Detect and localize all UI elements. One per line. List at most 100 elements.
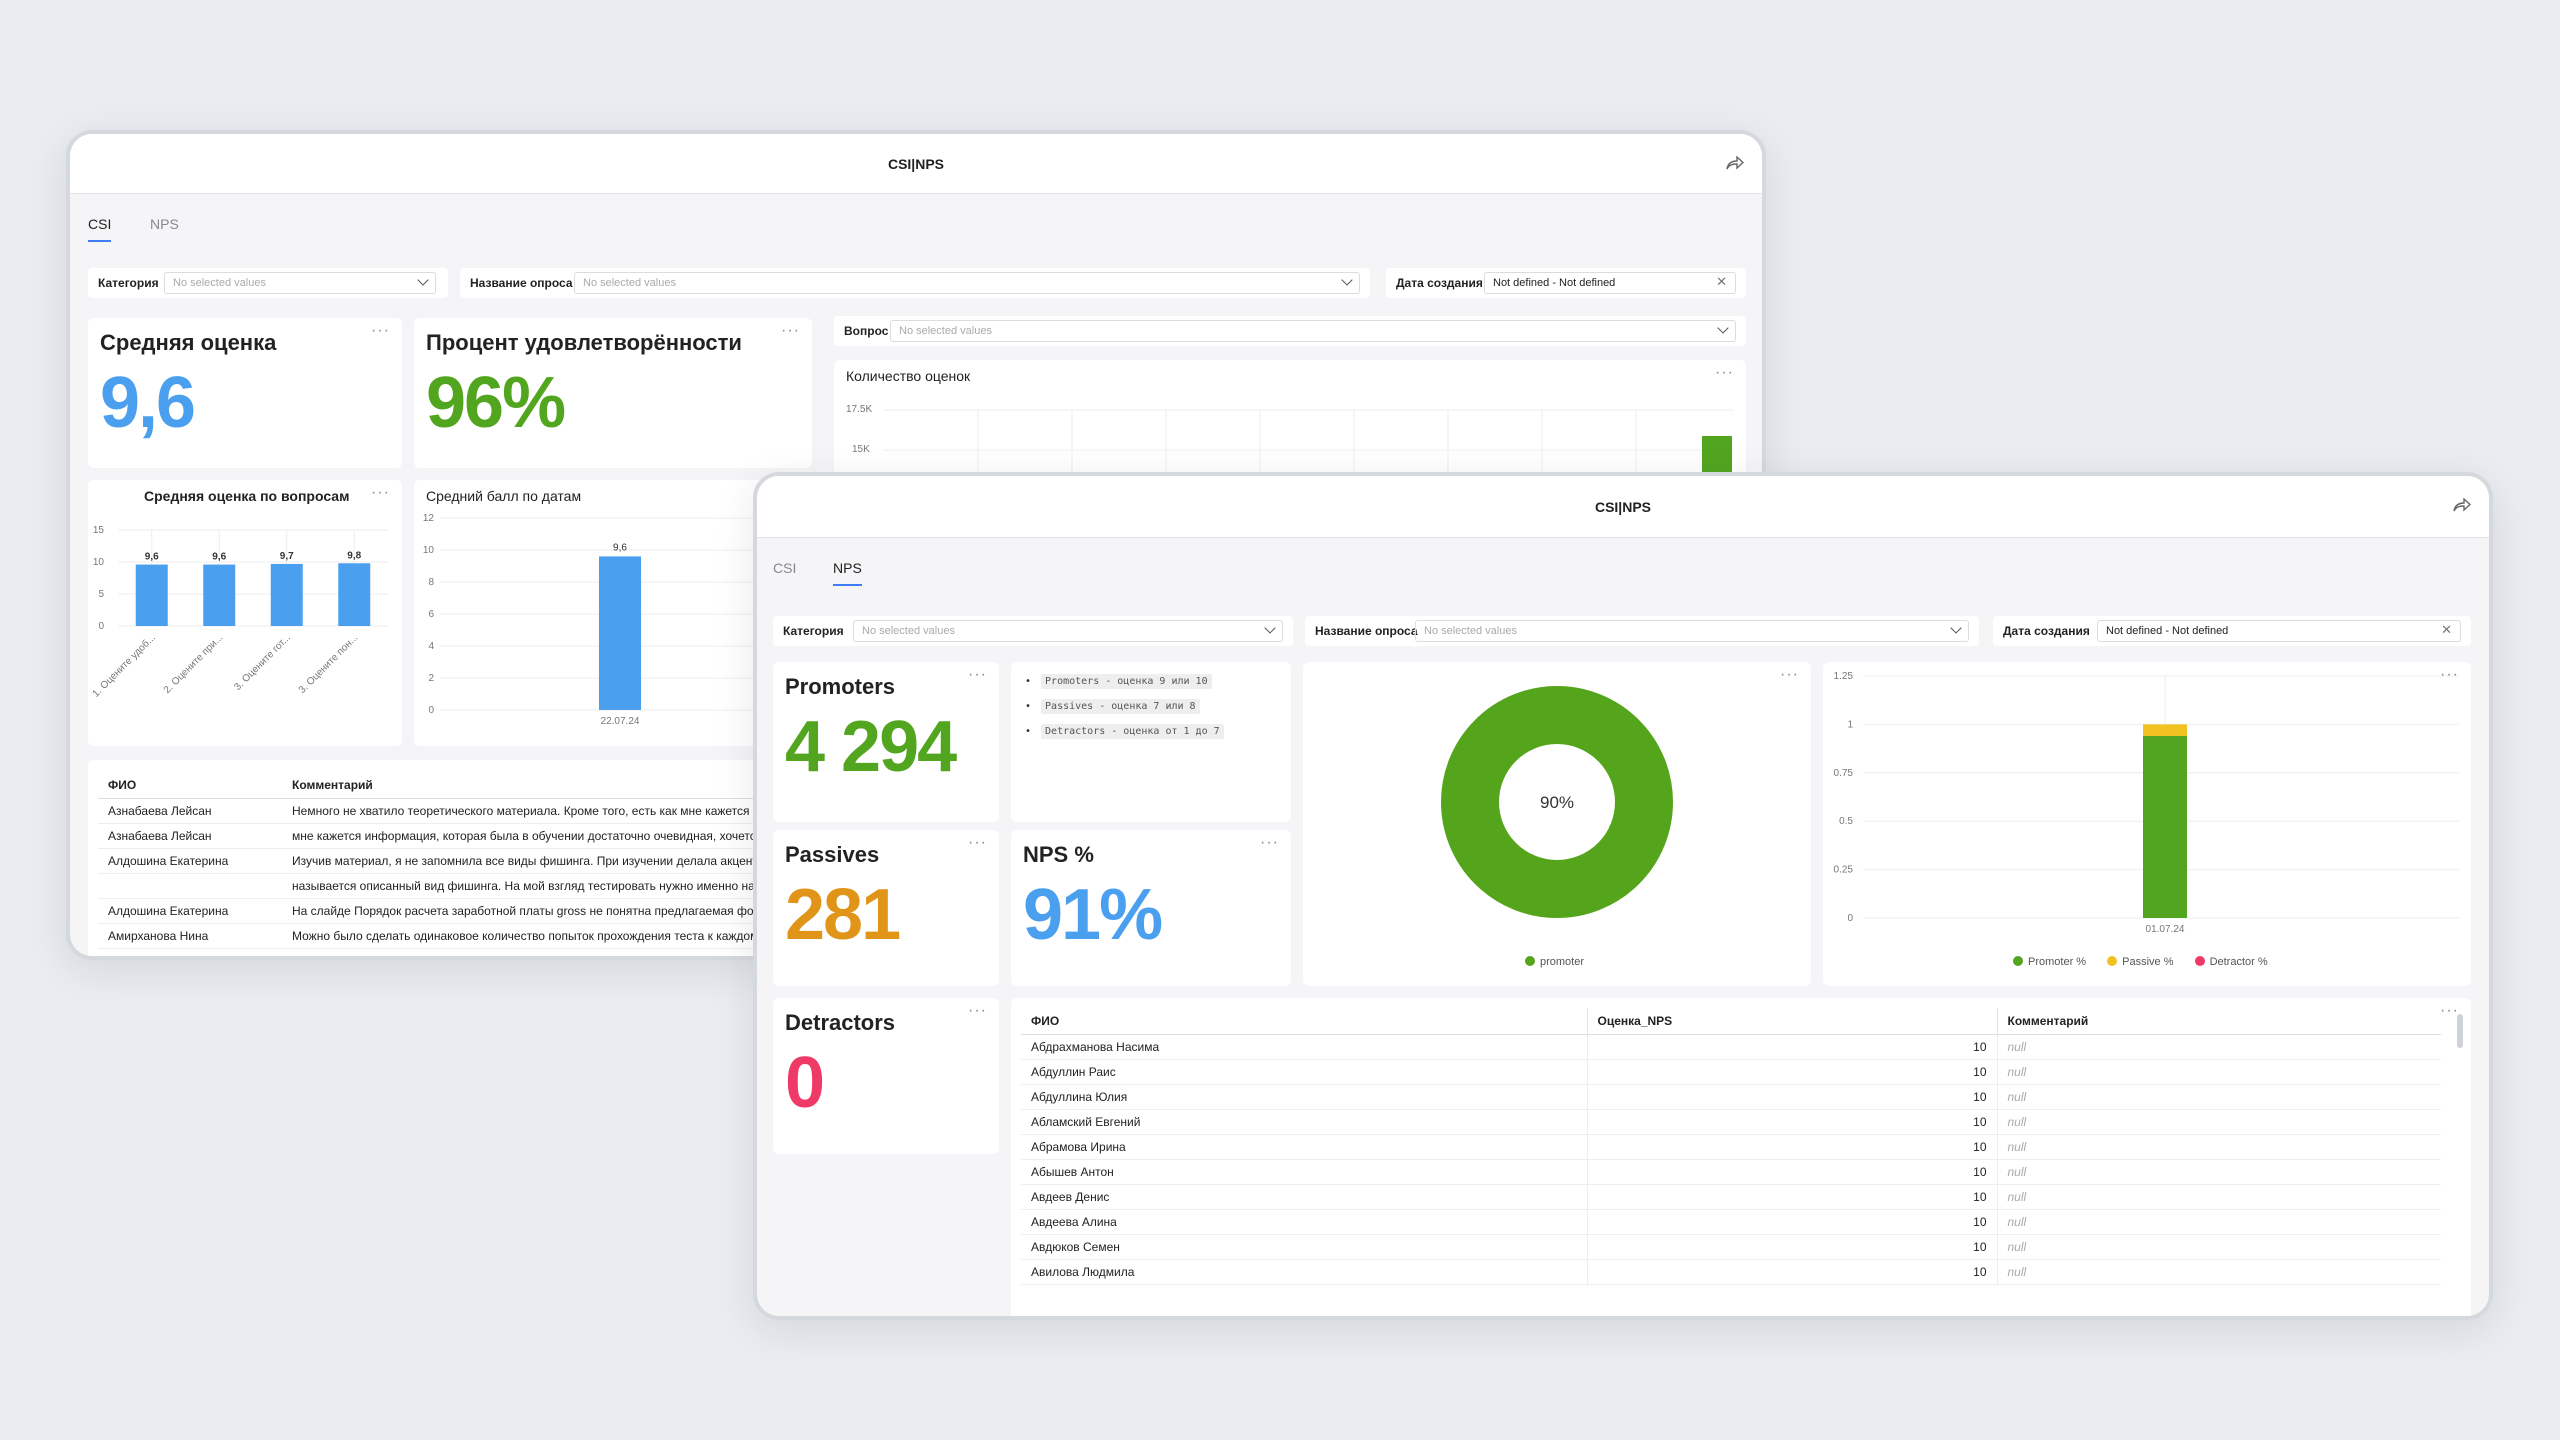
bar[interactable] [270, 563, 303, 626]
tab-csi[interactable]: CSI [88, 216, 112, 242]
table-row[interactable]: Алдошина Екатерина Изучив материал, я не … [98, 848, 828, 874]
cell-comment: null [1997, 1034, 2441, 1060]
date-filter: Дата создания Not defined - Not defined … [1386, 268, 1746, 298]
more-dots-icon[interactable]: ··· [968, 666, 987, 684]
date-range-input[interactable]: Not defined - Not defined ✕ [1484, 272, 1736, 294]
date-range-input[interactable]: Not defined - Not defined ✕ [2097, 620, 2461, 642]
cell-comment: мне кажется информация, которая была в о… [282, 823, 828, 849]
survey-filter: Название опроса No selected values [460, 268, 1370, 298]
legend-dot [2013, 956, 2023, 966]
list-item: Promoters - оценка 9 или 10 [1025, 674, 1224, 689]
date-filter-label: Дата создания [1396, 276, 1483, 290]
more-dots-icon[interactable]: ··· [1715, 364, 1734, 382]
question-select[interactable]: No selected values [890, 320, 1736, 342]
more-dots-icon[interactable]: ··· [371, 322, 390, 340]
table-row[interactable]: Абламский Евгений 10 null [1021, 1109, 2441, 1135]
y-tick-label: 6 [428, 609, 434, 620]
bar[interactable] [599, 556, 641, 710]
avg-by-question-title: Средняя оценка по вопросам [144, 488, 350, 504]
bar[interactable] [203, 564, 236, 626]
table-row[interactable]: Абрамова Ирина 10 null [1021, 1134, 2441, 1160]
category-select[interactable]: No selected values [164, 272, 436, 294]
table-row[interactable]: Абышев Антон 10 null [1021, 1159, 2441, 1185]
column-header-comment[interactable]: Комментарий [1997, 1008, 2441, 1035]
table-row[interactable]: Амирханова Нина Можно было сделать одинак… [98, 923, 828, 949]
tab-nps[interactable]: NPS [833, 560, 862, 586]
table-row[interactable]: Авдеев Денис 10 null [1021, 1184, 2441, 1210]
table-row[interactable]: Абдрахманова Насима 10 null [1021, 1034, 2441, 1060]
definition-detractors: Detractors - оценка от 1 до 7 [1041, 724, 1224, 739]
definitions-list: Promoters - оценка 9 или 10 Passives - о… [1025, 674, 1224, 751]
more-dots-icon[interactable]: ··· [968, 834, 987, 852]
table-row[interactable]: Азнабаева Лейсан мне кажется информация, … [98, 823, 828, 849]
chevron-down-icon [1341, 274, 1353, 286]
stacked-bar-segment[interactable] [2143, 724, 2187, 737]
table-row[interactable]: называется описанный вид фишинга. На мой… [98, 873, 828, 899]
y-tick-label: 0 [1847, 913, 1853, 924]
nps-dashboard-window: CSI|NPS CSI NPS Категория No selected va… [753, 472, 2493, 1320]
tab-csi[interactable]: CSI [773, 560, 796, 584]
x-tick-label: 3. Оцените пон... [297, 632, 361, 696]
column-header-name[interactable]: ФИО [98, 772, 282, 799]
legend-label-promoter[interactable]: Promoter % [2028, 956, 2086, 968]
table-row[interactable]: Абдуллина Юлия 10 null [1021, 1084, 2441, 1110]
satisfaction-value: 96% [426, 363, 566, 443]
table-row[interactable]: Азнабаева Лейсан Немного не хватило теоре… [98, 798, 828, 824]
column-header-score[interactable]: Оценка_NPS [1587, 1008, 1998, 1035]
list-item: Passives - оценка 7 или 8 [1025, 699, 1224, 714]
rating-count-title: Количество оценок [846, 368, 971, 384]
legend-label-promoter[interactable]: promoter [1540, 956, 1584, 968]
survey-select[interactable]: No selected values [574, 272, 1360, 294]
legend-dot [2194, 956, 2205, 966]
cell-comment: null [1997, 1159, 2441, 1185]
close-icon[interactable]: ✕ [1716, 274, 1727, 290]
more-dots-icon[interactable]: ··· [371, 484, 390, 502]
nps-table-card: ··· ФИО Оценка_NPS Комментарий Абдрахман… [1011, 998, 2471, 1316]
table-row[interactable]: Авдеева Алина 10 null [1021, 1209, 2441, 1235]
share-icon[interactable] [2453, 498, 2471, 512]
tab-nps[interactable]: NPS [150, 216, 179, 240]
stacked-plot: 1.25 1 0.75 0.5 0.25 0 01.07.24 [1834, 671, 2459, 935]
cell-score: 10 [1587, 1209, 1998, 1235]
close-icon[interactable]: ✕ [2441, 622, 2452, 638]
promoter-donut-chart: ··· 90% promoter [1303, 662, 1811, 986]
cell-name: Абламский Евгений [1021, 1109, 1588, 1135]
survey-filter-label: Название опроса [1315, 624, 1418, 638]
y-tick-label: 2 [428, 673, 434, 684]
category-select[interactable]: No selected values [853, 620, 1283, 642]
cell-name: Алдошина Екатерина [98, 848, 282, 874]
legend-dot [1525, 956, 1535, 966]
cell-name: Азнабаева Лейсан [98, 798, 282, 824]
passives-title: Passives [785, 842, 880, 867]
y-tick-label: 1 [1847, 719, 1853, 730]
more-dots-icon[interactable]: ··· [781, 322, 800, 340]
cell-name: Абышев Антон [1021, 1159, 1588, 1185]
legend-label-passive[interactable]: Passive % [2122, 956, 2173, 968]
category-filter: Категория No selected values [773, 616, 1293, 646]
more-dots-icon[interactable]: ··· [968, 1002, 987, 1020]
cell-name: Авилова Людмила [1021, 1259, 1588, 1285]
table-row[interactable]: Авилова Людмила 10 null [1021, 1259, 2441, 1285]
cell-name [98, 873, 282, 899]
bar[interactable] [135, 564, 168, 626]
cell-comment: Изучив материал, я не запомнила все виды… [282, 848, 828, 874]
stacked-bar-segment[interactable] [2143, 736, 2187, 918]
legend-label-detractor[interactable]: Detractor % [2210, 956, 2268, 968]
y-tick-label: 10 [93, 557, 105, 568]
satisfaction-card: ··· Процент удовлетворённости 96% [414, 318, 812, 468]
survey-select[interactable]: No selected values [1415, 620, 1969, 642]
cell-name: Алдошина Екатерина [98, 898, 282, 924]
column-header-name[interactable]: ФИО [1021, 1008, 1588, 1035]
cell-score: 10 [1587, 1259, 1998, 1285]
column-header-comment[interactable]: Комментарий [282, 772, 828, 799]
table-scrollbar[interactable] [2457, 1014, 2463, 1048]
cell-score: 10 [1587, 1184, 1998, 1210]
cell-name: Авдеев Денис [1021, 1184, 1588, 1210]
table-row[interactable]: Алдошина Екатерина На слайде Порядок расч… [98, 898, 828, 924]
bar[interactable] [338, 563, 371, 626]
share-icon[interactable] [1726, 156, 1744, 170]
table-row[interactable]: Авдюков Семен 10 null [1021, 1234, 2441, 1260]
cell-name: Абрамова Ирина [1021, 1134, 1588, 1160]
more-dots-icon[interactable]: ··· [1260, 834, 1279, 852]
table-row[interactable]: Абдуллин Раис 10 null [1021, 1059, 2441, 1085]
